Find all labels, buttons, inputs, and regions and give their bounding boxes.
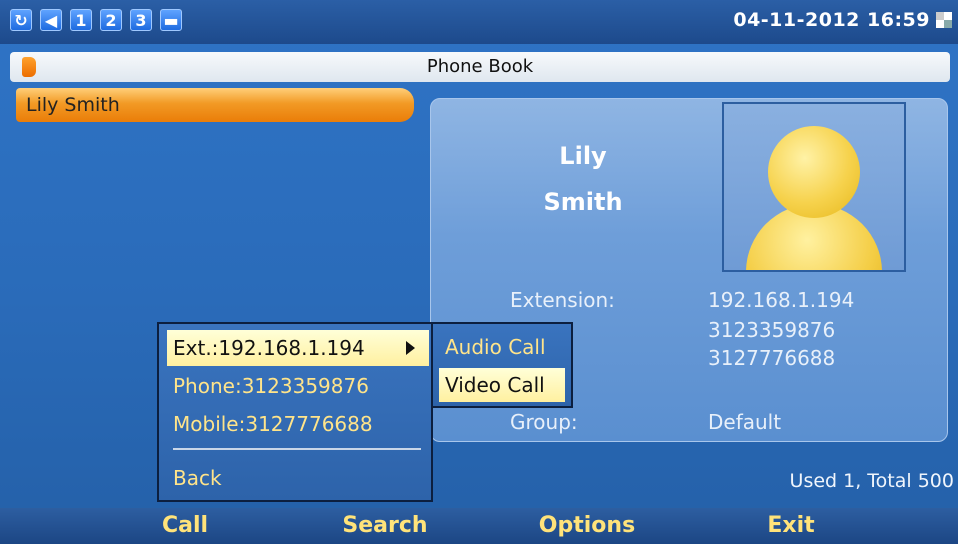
video-call-option[interactable]: Video Call	[439, 368, 565, 402]
options-softkey[interactable]: Options	[512, 508, 662, 544]
menu-item-phone[interactable]: Phone:3123359876	[167, 368, 429, 404]
network-icon	[936, 12, 952, 28]
contact-list-item[interactable]: Lily Smith	[16, 88, 414, 122]
line-1-icon: 1	[70, 9, 92, 31]
audio-call-option[interactable]: Audio Call	[439, 330, 565, 364]
extension-value: 192.168.1.194	[708, 288, 855, 312]
avatar-head	[768, 126, 860, 218]
call-softkey[interactable]: Call	[110, 508, 260, 544]
sync-icon: ↻	[10, 9, 32, 31]
menu-item-extension[interactable]: Ext.:192.168.1.194	[167, 330, 429, 366]
contact-first-name: Lily	[559, 142, 607, 170]
extension-label: Extension:	[510, 288, 615, 312]
exit-softkey[interactable]: Exit	[716, 508, 866, 544]
contact-photo	[722, 102, 906, 272]
submenu-arrow-icon	[406, 341, 415, 355]
contact-last-name: Smith	[543, 188, 623, 216]
mobile-value: 3127776688	[708, 346, 836, 370]
search-softkey[interactable]: Search	[310, 508, 460, 544]
softkey-bar: Call Search Options Exit	[0, 508, 958, 544]
menu-item-mobile[interactable]: Mobile:3127776688	[167, 406, 429, 442]
folder-icon: ▬	[160, 9, 182, 31]
line-2-icon: 2	[100, 9, 122, 31]
phonebook-icon	[22, 57, 36, 77]
phone-value: 3123359876	[708, 318, 836, 342]
status-bar: ↻ ◀ 1 2 3 ▬ 04-11-2012 16:59	[0, 0, 958, 44]
speaker-icon: ◀	[40, 9, 62, 31]
datetime: 04-11-2012 16:59	[733, 9, 930, 31]
menu-item-label: Ext.:192.168.1.194	[173, 336, 365, 360]
group-label: Group:	[510, 410, 578, 434]
usage-count: Used 1, Total 500	[789, 470, 954, 492]
menu-divider	[173, 448, 421, 450]
call-type-submenu: Audio Call Video Call	[431, 322, 573, 408]
line-3-icon: 3	[130, 9, 152, 31]
page-title: Phone Book	[426, 56, 534, 77]
group-value: Default	[708, 410, 782, 434]
menu-item-back[interactable]: Back	[167, 460, 429, 496]
call-menu: Ext.:192.168.1.194 Phone:3123359876 Mobi…	[157, 322, 433, 502]
title-bar: Phone Book	[10, 52, 950, 82]
